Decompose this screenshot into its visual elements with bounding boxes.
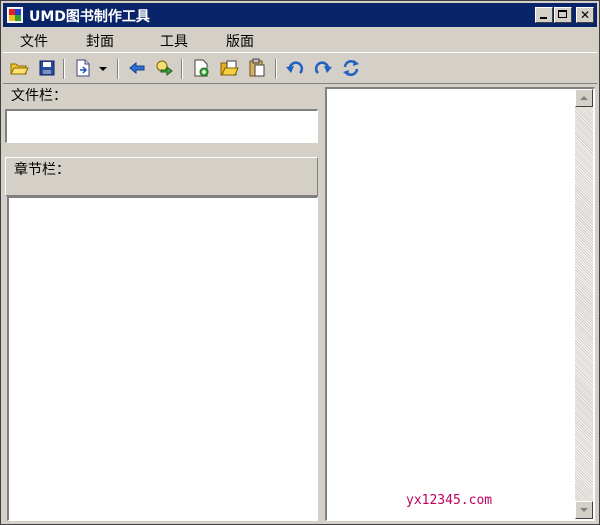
toolbar-separator xyxy=(63,59,65,79)
add-page-icon[interactable] xyxy=(191,58,211,78)
undo-icon[interactable] xyxy=(285,58,305,78)
forward-arrow-icon[interactable] xyxy=(153,58,173,78)
title-bar[interactable]: UMD图书制作工具 ✕ xyxy=(3,3,597,27)
refresh-icon[interactable] xyxy=(341,58,361,78)
vertical-scrollbar[interactable] xyxy=(575,89,593,519)
save-icon[interactable] xyxy=(37,58,57,78)
folder-page-icon[interactable] xyxy=(219,58,239,78)
maximize-icon xyxy=(558,10,567,18)
open-folder-icon[interactable] xyxy=(9,58,29,78)
chapter-list[interactable] xyxy=(7,196,318,521)
toolbar-separator xyxy=(117,59,119,79)
content-editor[interactable] xyxy=(325,87,595,521)
new-document-icon[interactable] xyxy=(73,58,93,78)
file-panel-label: 文件栏： xyxy=(11,88,67,104)
chapter-panel-label: 章节栏： xyxy=(14,162,70,178)
back-arrow-icon[interactable] xyxy=(127,58,147,78)
window-title: UMD图书制作工具 xyxy=(29,9,150,25)
toolbar xyxy=(3,52,597,84)
minimize-button[interactable] xyxy=(535,7,553,23)
minimize-icon xyxy=(540,17,547,19)
toolbar-separator xyxy=(181,59,183,79)
maximize-button[interactable] xyxy=(554,7,572,23)
chapter-panel-header: 章节栏： xyxy=(5,157,318,196)
file-field[interactable] xyxy=(5,109,318,143)
arrow-down-icon xyxy=(580,508,588,512)
menu-bar: 文件 封面 工具 版面 xyxy=(3,28,597,50)
close-icon: ✕ xyxy=(579,8,591,22)
toolbar-separator xyxy=(275,59,277,79)
arrow-up-icon xyxy=(580,96,588,100)
scroll-up-button[interactable] xyxy=(575,89,593,107)
menu-cover[interactable]: 封面 xyxy=(86,31,114,51)
watermark: yx12345.com xyxy=(406,493,493,508)
close-button[interactable]: ✕ xyxy=(576,7,594,23)
app-window: UMD图书制作工具 ✕ 文件 封面 工具 版面 文件栏： 章节栏： yx1234… xyxy=(0,0,600,525)
menu-file[interactable]: 文件 xyxy=(20,31,48,51)
menu-tools[interactable]: 工具 xyxy=(160,31,188,51)
scroll-down-button[interactable] xyxy=(575,501,593,519)
panel-splitter[interactable] xyxy=(319,87,324,521)
app-icon[interactable] xyxy=(7,7,23,23)
menu-layout[interactable]: 版面 xyxy=(226,31,254,51)
paste-icon[interactable] xyxy=(247,58,267,78)
redo-icon[interactable] xyxy=(313,58,333,78)
dropdown-arrow-icon[interactable] xyxy=(97,58,109,78)
